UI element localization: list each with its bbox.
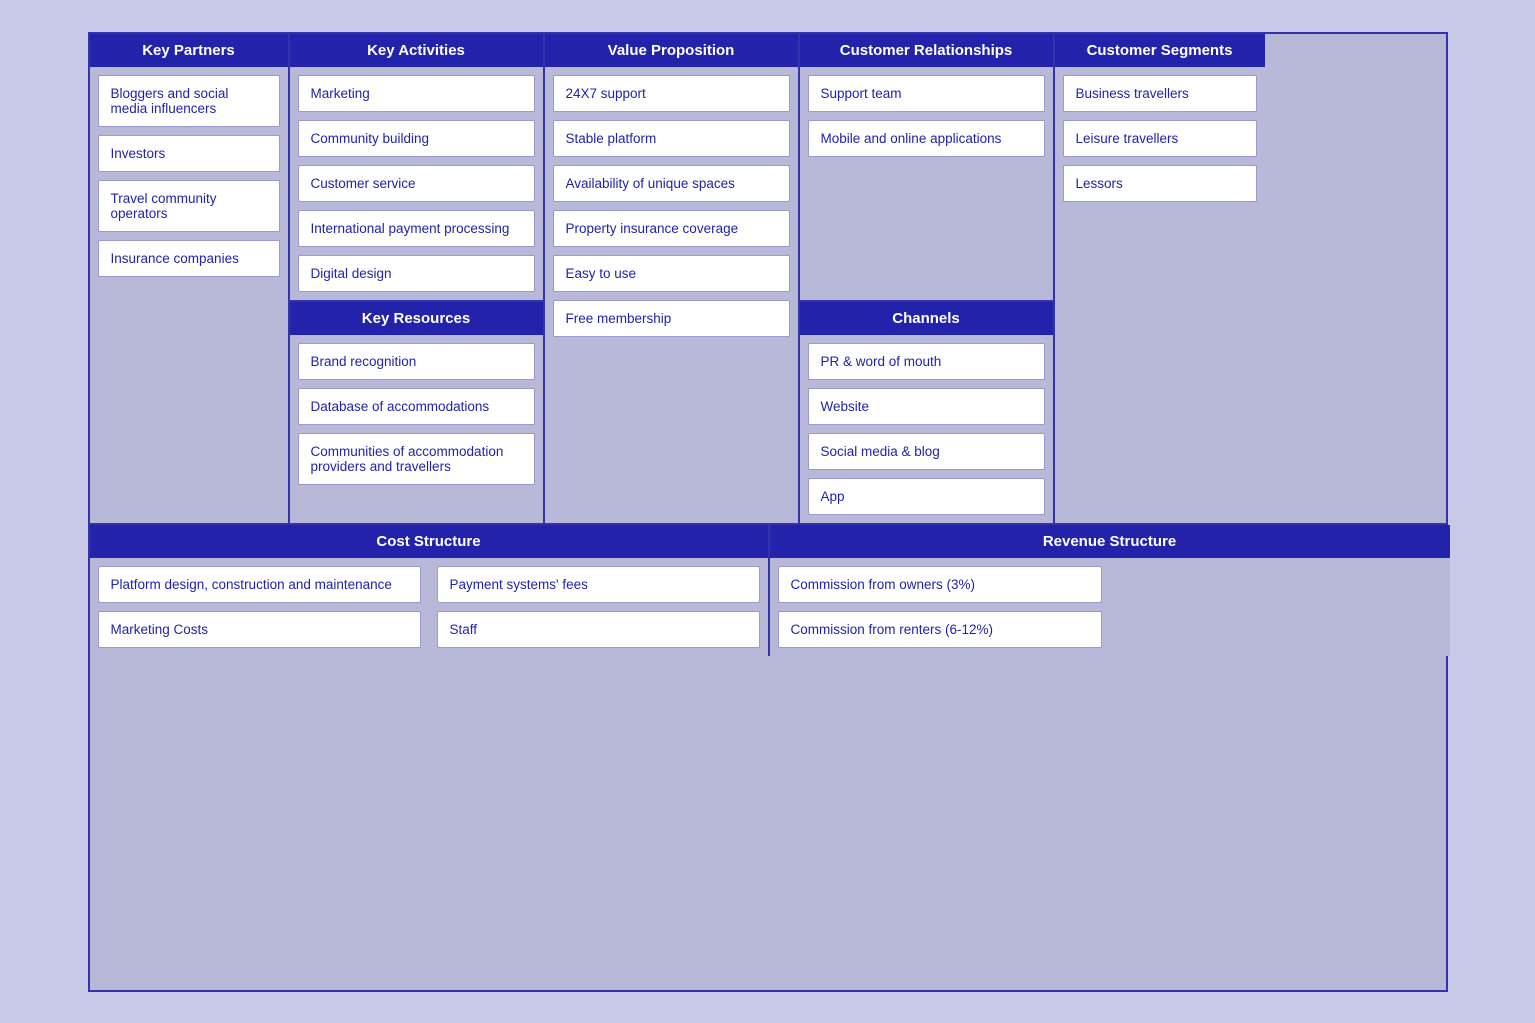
list-item: Commission from renters (6-12%) xyxy=(778,611,1102,648)
channels-content: PR & word of mouth Website Social media … xyxy=(800,343,1053,515)
revenue-structure-header: Revenue Structure xyxy=(770,525,1450,558)
bottom-grid: Cost Structure Platform design, construc… xyxy=(90,525,1446,656)
list-item: Bloggers and social media influencers xyxy=(98,75,280,127)
list-item: Website xyxy=(808,388,1045,425)
channels-section: Channels PR & word of mouth Website Soci… xyxy=(800,302,1055,523)
key-partners-section: Key Partners Bloggers and social media i… xyxy=(90,34,290,523)
list-item: Support team xyxy=(808,75,1045,112)
list-item: Leisure travellers xyxy=(1063,120,1257,157)
key-partners-header: Key Partners xyxy=(90,34,288,67)
list-item: Investors xyxy=(98,135,280,172)
list-item: Customer service xyxy=(298,165,535,202)
list-item: Community building xyxy=(298,120,535,157)
list-item: 24X7 support xyxy=(553,75,790,112)
customer-segments-content: Business travellers Leisure travellers L… xyxy=(1055,75,1265,202)
key-resources-section: Key Resources Brand recognition Database… xyxy=(290,302,545,523)
key-activities-section: Key Activities Marketing Community build… xyxy=(290,34,545,302)
value-proposition-header: Value Proposition xyxy=(545,34,798,67)
customer-segments-header: Customer Segments xyxy=(1055,34,1265,67)
list-item: Social media & blog xyxy=(808,433,1045,470)
list-item: Platform design, construction and mainte… xyxy=(98,566,421,603)
list-item: PR & word of mouth xyxy=(808,343,1045,380)
value-proposition-section: Value Proposition 24X7 support Stable pl… xyxy=(545,34,800,523)
revenue-col-1: Commission from owners (3%) Commission f… xyxy=(770,558,1110,656)
customer-relationships-section: Customer Relationships Support team Mobi… xyxy=(800,34,1055,302)
list-item: Free membership xyxy=(553,300,790,337)
list-item: Easy to use xyxy=(553,255,790,292)
list-item: Stable platform xyxy=(553,120,790,157)
list-item: Marketing Costs xyxy=(98,611,421,648)
list-item: International payment processing xyxy=(298,210,535,247)
revenue-structure-content: Commission from owners (3%) Commission f… xyxy=(770,558,1450,656)
list-item: Business travellers xyxy=(1063,75,1257,112)
cost-structure-section: Cost Structure Platform design, construc… xyxy=(90,525,770,656)
key-partners-content: Bloggers and social media influencers In… xyxy=(90,75,288,277)
list-item: Travel community operators xyxy=(98,180,280,232)
list-item: Mobile and online applications xyxy=(808,120,1045,157)
cost-col-1: Platform design, construction and mainte… xyxy=(90,558,429,656)
customer-relationships-content: Support team Mobile and online applicati… xyxy=(800,75,1053,157)
key-activities-header: Key Activities xyxy=(290,34,543,67)
list-item: Availability of unique spaces xyxy=(553,165,790,202)
list-item: Brand recognition xyxy=(298,343,535,380)
channels-header: Channels xyxy=(800,302,1053,335)
revenue-col-2 xyxy=(1110,558,1450,656)
list-item: App xyxy=(808,478,1045,515)
cost-structure-header: Cost Structure xyxy=(90,525,768,558)
main-grid: Key Partners Bloggers and social media i… xyxy=(90,34,1446,525)
value-proposition-content: 24X7 support Stable platform Availabilit… xyxy=(545,75,798,337)
key-resources-header: Key Resources xyxy=(290,302,543,335)
list-item: Marketing xyxy=(298,75,535,112)
list-item: Digital design xyxy=(298,255,535,292)
customer-segments-section: Customer Segments Business travellers Le… xyxy=(1055,34,1265,523)
key-activities-content: Marketing Community building Customer se… xyxy=(290,75,543,292)
cost-col-2: Payment systems' fees Staff xyxy=(429,558,768,656)
list-item: Commission from owners (3%) xyxy=(778,566,1102,603)
list-item: Payment systems' fees xyxy=(437,566,760,603)
list-item: Insurance companies xyxy=(98,240,280,277)
cost-structure-content: Platform design, construction and mainte… xyxy=(90,558,768,656)
list-item: Communities of accommodation providers a… xyxy=(298,433,535,485)
revenue-structure-section: Revenue Structure Commission from owners… xyxy=(770,525,1450,656)
key-resources-content: Brand recognition Database of accommodat… xyxy=(290,343,543,485)
list-item: Staff xyxy=(437,611,760,648)
list-item: Lessors xyxy=(1063,165,1257,202)
list-item: Property insurance coverage xyxy=(553,210,790,247)
list-item: Database of accommodations xyxy=(298,388,535,425)
business-model-canvas: Key Partners Bloggers and social media i… xyxy=(88,32,1448,992)
customer-relationships-header: Customer Relationships xyxy=(800,34,1053,67)
